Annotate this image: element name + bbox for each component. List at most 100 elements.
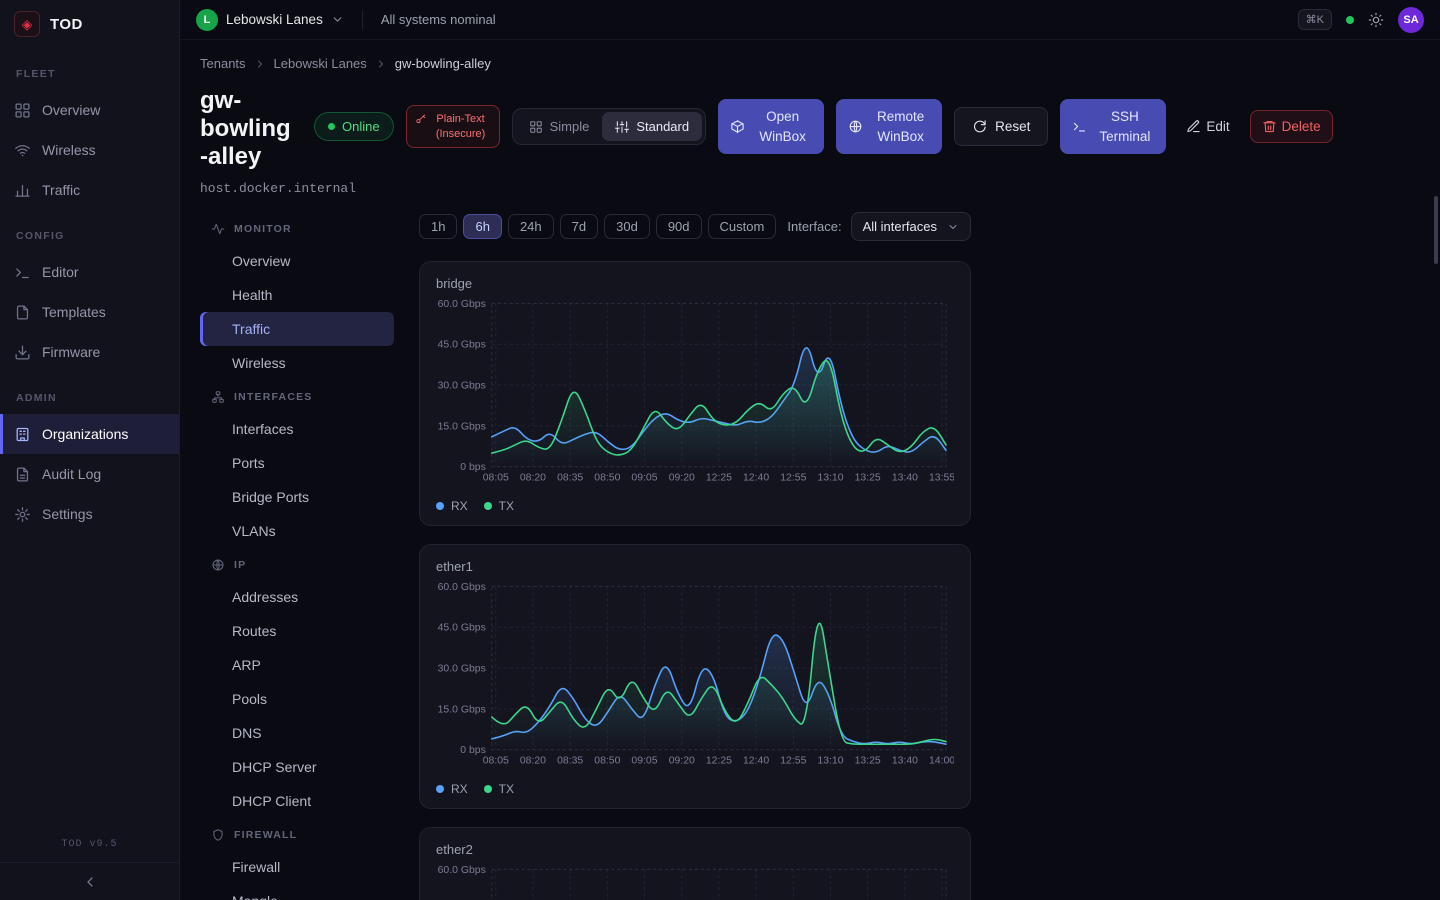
legend-item-rx: RX bbox=[436, 782, 468, 796]
building-icon bbox=[14, 426, 31, 443]
sidebar-section-config: CONFIG bbox=[0, 210, 179, 252]
command-palette-shortcut[interactable]: ⌘K bbox=[1298, 9, 1332, 30]
devnav-section-label: MONITOR bbox=[234, 223, 292, 235]
svg-text:0 bps: 0 bps bbox=[460, 745, 486, 756]
sidebar-item-traffic[interactable]: Traffic bbox=[0, 170, 179, 210]
sidebar-item-firmware[interactable]: Firmware bbox=[0, 332, 179, 372]
remote-winbox-label: Remote WinBox bbox=[871, 107, 930, 146]
devnav-item-pools[interactable]: Pools bbox=[200, 682, 394, 716]
charts-column: 1h6h 24h7d30d90dCustom Interface: All int… bbox=[419, 212, 971, 900]
sidebar-section-fleet: FLEET bbox=[0, 48, 179, 90]
interface-filter-label: Interface: bbox=[787, 219, 841, 234]
sidebar-item-settings[interactable]: Settings bbox=[0, 494, 179, 534]
sidebar-item-label: Traffic bbox=[42, 182, 80, 198]
range-90d[interactable]: 90d bbox=[656, 214, 702, 239]
sidebar-item-label: Editor bbox=[42, 264, 79, 280]
app-version: TOD v9.5 bbox=[0, 839, 179, 862]
sidebar-item-label: Wireless bbox=[42, 142, 96, 158]
edit-label: Edit bbox=[1206, 119, 1229, 134]
wifi-icon bbox=[14, 142, 31, 159]
trash-icon bbox=[1262, 119, 1277, 134]
devnav-item-ports[interactable]: Ports bbox=[200, 446, 394, 480]
interface-filter: Interface: All interfaces bbox=[787, 212, 971, 241]
devnav-item-arp[interactable]: ARP bbox=[200, 648, 394, 682]
open-winbox-button[interactable]: Open WinBox bbox=[718, 99, 824, 154]
sliders-icon bbox=[615, 120, 629, 134]
svg-text:09:05: 09:05 bbox=[631, 756, 657, 767]
sidebar-item-label: Overview bbox=[42, 102, 100, 118]
scrollbar-thumb[interactable] bbox=[1434, 196, 1438, 264]
traffic-chart: 0 bps15.0 Gbps30.0 Gbps45.0 Gbps60.0 Gbp… bbox=[436, 578, 954, 776]
legend-item-tx: TX bbox=[484, 499, 514, 513]
svg-text:09:20: 09:20 bbox=[669, 473, 695, 484]
tenant-name: Lebowski Lanes bbox=[226, 12, 323, 27]
devnav-item-addresses[interactable]: Addresses bbox=[200, 580, 394, 614]
reset-label: Reset bbox=[995, 119, 1030, 134]
reset-button[interactable]: Reset bbox=[954, 107, 1048, 146]
sidebar-item-templates[interactable]: Templates bbox=[0, 292, 179, 332]
devnav-item-interfaces[interactable]: Interfaces bbox=[200, 412, 394, 446]
legend-dot bbox=[484, 502, 492, 510]
mode-standard[interactable]: Standard bbox=[602, 112, 702, 141]
devnav-item-mangle[interactable]: Mangle bbox=[200, 884, 394, 900]
interface-select[interactable]: All interfaces bbox=[851, 212, 971, 241]
devnav-item-traffic[interactable]: Traffic bbox=[200, 312, 394, 346]
svg-text:60.0 Gbps: 60.0 Gbps bbox=[438, 865, 486, 876]
mode-standard-label: Standard bbox=[636, 119, 689, 134]
devnav-item-health[interactable]: Health bbox=[200, 278, 394, 312]
svg-text:12:40: 12:40 bbox=[743, 473, 769, 484]
device-host: host.docker.internal bbox=[200, 181, 1420, 196]
view-mode-toggle: Simple Standard bbox=[512, 108, 707, 145]
device-header-controls: Online Plain-Text (Insecure) Simple Stan… bbox=[314, 99, 1333, 154]
sidebar-item-label: Settings bbox=[42, 506, 93, 522]
user-avatar[interactable]: SA bbox=[1398, 7, 1424, 33]
breadcrumb-item-tenants[interactable]: Tenants bbox=[200, 56, 246, 71]
range-1h[interactable]: 1h bbox=[419, 214, 457, 239]
app-logo-icon: ◈ bbox=[14, 11, 40, 37]
remote-winbox-button[interactable]: Remote WinBox bbox=[836, 99, 942, 154]
svg-text:14:00: 14:00 bbox=[929, 756, 954, 767]
svg-text:12:25: 12:25 bbox=[706, 473, 732, 484]
ssh-terminal-button[interactable]: SSH Terminal bbox=[1060, 99, 1166, 154]
tenant-selector[interactable]: L Lebowski Lanes bbox=[196, 9, 344, 31]
devnav-item-vlans[interactable]: VLANs bbox=[200, 514, 394, 548]
grid-icon bbox=[529, 120, 543, 134]
terminal-icon bbox=[1072, 119, 1087, 134]
devnav-section-firewall: FIREWALL bbox=[200, 818, 394, 850]
devnav-item-overview[interactable]: Overview bbox=[200, 244, 394, 278]
sidebar-item-editor[interactable]: Editor bbox=[0, 252, 179, 292]
svg-text:0 bps: 0 bps bbox=[460, 462, 486, 473]
mode-simple[interactable]: Simple bbox=[516, 112, 603, 141]
chart-card-bridge: bridge0 bps15.0 Gbps30.0 Gbps45.0 Gbps60… bbox=[419, 261, 971, 526]
svg-text:12:40: 12:40 bbox=[743, 756, 769, 767]
sidebar-item-wireless[interactable]: Wireless bbox=[0, 130, 179, 170]
range-custom[interactable]: Custom bbox=[708, 214, 777, 239]
theme-toggle-icon[interactable] bbox=[1368, 12, 1384, 28]
devnav-item-dhcp-server[interactable]: DHCP Server bbox=[200, 750, 394, 784]
devnav-item-firewall[interactable]: Firewall bbox=[200, 850, 394, 884]
svg-text:08:20: 08:20 bbox=[520, 756, 546, 767]
devnav-item-dns[interactable]: DNS bbox=[200, 716, 394, 750]
delete-button[interactable]: Delete bbox=[1250, 110, 1333, 143]
devnav-item-bridge-ports[interactable]: Bridge Ports bbox=[200, 480, 394, 514]
edit-button[interactable]: Edit bbox=[1178, 111, 1237, 142]
devnav-item-routes[interactable]: Routes bbox=[200, 614, 394, 648]
chart-title: bridge bbox=[436, 276, 954, 291]
range-7d[interactable]: 7d bbox=[560, 214, 598, 239]
system-status: All systems nominal bbox=[381, 12, 496, 27]
svg-text:60.0 Gbps: 60.0 Gbps bbox=[438, 582, 486, 593]
sidebar-footer: TOD v9.5 bbox=[0, 839, 179, 900]
devnav-item-dhcp-client[interactable]: DHCP Client bbox=[200, 784, 394, 818]
devnav-item-wireless[interactable]: Wireless bbox=[200, 346, 394, 380]
range-6h[interactable]: 6h bbox=[463, 214, 501, 239]
sidebar-item-overview[interactable]: Overview bbox=[0, 90, 179, 130]
range-24h[interactable]: 24h bbox=[508, 214, 554, 239]
chart-controls: 1h6h 24h7d30d90dCustom Interface: All int… bbox=[419, 212, 971, 241]
sidebar-item-label: Firmware bbox=[42, 344, 100, 360]
sidebar-item-organizations[interactable]: Organizations bbox=[0, 414, 179, 454]
shield-icon bbox=[211, 828, 225, 842]
sidebar-collapse-button[interactable] bbox=[0, 862, 179, 900]
range-30d[interactable]: 30d bbox=[604, 214, 650, 239]
sidebar-item-audit-log[interactable]: Audit Log bbox=[0, 454, 179, 494]
breadcrumb-item-lebowski-lanes[interactable]: Lebowski Lanes bbox=[274, 56, 367, 71]
